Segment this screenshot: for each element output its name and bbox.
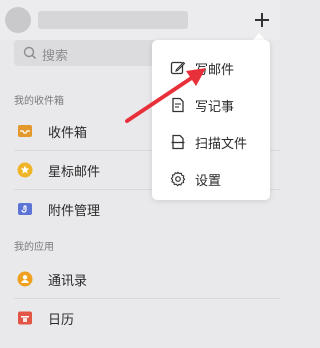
divider <box>14 298 280 299</box>
add-button[interactable] <box>252 8 272 32</box>
scan-icon <box>171 134 185 150</box>
menu-item-scan[interactable]: 扫描文件 <box>152 124 270 160</box>
gear-icon <box>170 171 186 187</box>
menu-item-settings[interactable]: 设置 <box>152 161 270 197</box>
menu-item-label: 写邮件 <box>195 63 235 78</box>
inbox-icon <box>18 125 32 137</box>
contacts-icon <box>17 271 33 287</box>
compose-icon <box>170 61 186 75</box>
plus-icon <box>255 13 269 27</box>
sidebar-item-label: 星标邮件 <box>48 165 101 180</box>
search-placeholder: 搜索 <box>42 49 69 64</box>
note-icon <box>172 97 184 113</box>
top-bar <box>0 0 280 40</box>
sidebar-item-label: 附件管理 <box>48 204 101 219</box>
sidebar-item-label: 通讯录 <box>48 274 88 289</box>
menu-item-label: 设置 <box>195 174 222 189</box>
add-popup-menu: 写邮件 写记事 扫描文件 设置 <box>152 40 270 200</box>
avatar[interactable] <box>5 7 31 33</box>
calendar-icon <box>18 311 32 325</box>
account-name-blurred[interactable] <box>38 11 188 29</box>
menu-item-label: 扫描文件 <box>195 137 248 152</box>
sidebar-item-label: 日历 <box>48 313 75 328</box>
menu-item-note[interactable]: 写记事 <box>152 87 270 123</box>
section-title-mailbox: 我的收件箱 <box>14 96 64 107</box>
section-title-apps: 我的应用 <box>14 242 54 253</box>
menu-item-compose[interactable]: 写邮件 <box>152 50 270 86</box>
search-icon <box>23 46 37 60</box>
attachment-icon <box>18 203 32 215</box>
star-icon <box>17 162 33 178</box>
sidebar-item-contacts[interactable]: 通讯录 <box>0 261 280 297</box>
menu-item-label: 写记事 <box>195 100 235 115</box>
sidebar-item-label: 收件箱 <box>48 126 88 141</box>
sidebar-item-calendar[interactable]: 日历 <box>0 300 280 336</box>
